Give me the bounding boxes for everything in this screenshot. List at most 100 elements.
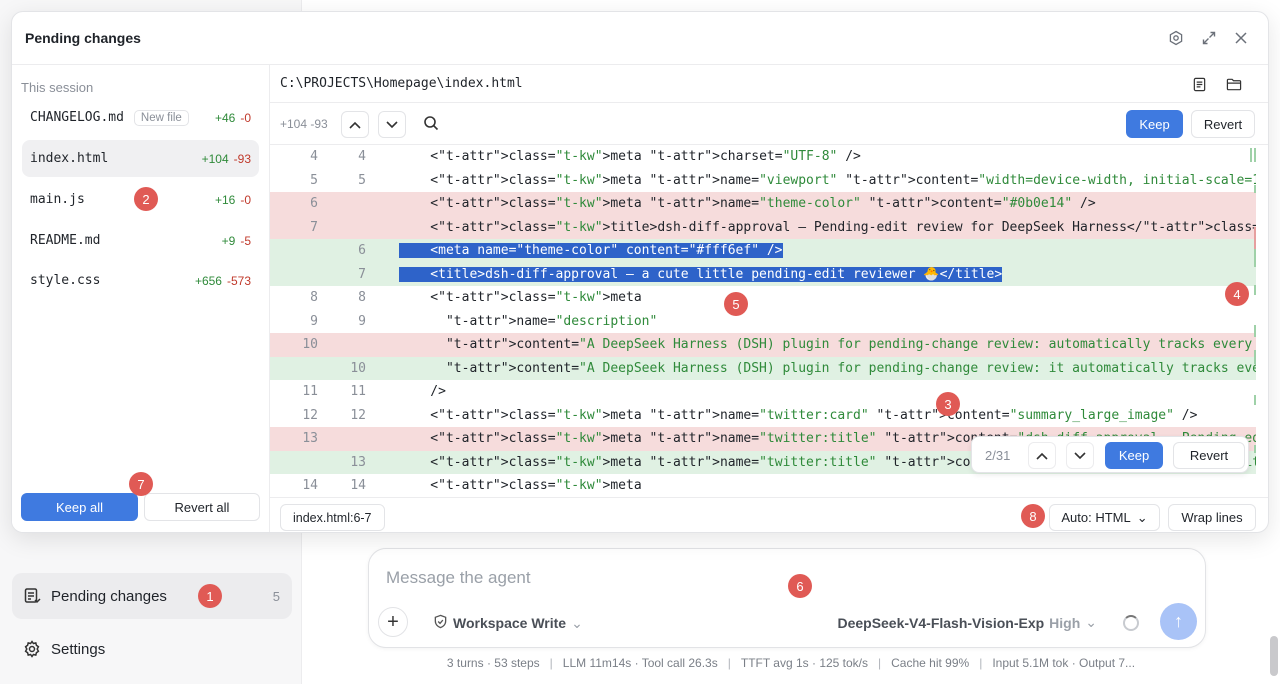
line-code: <"t-attr">class="t-kw">meta "t-attr">cha…: [399, 149, 861, 165]
sidebar-item-pending-changes[interactable]: Pending changes 5: [12, 573, 292, 619]
new-line-number: 6: [358, 243, 366, 259]
diff-line[interactable]: 12 12 <"t-attr">class="t-kw">meta "t-attr…: [270, 404, 1256, 428]
wrap-lines-button[interactable]: Wrap lines: [1168, 504, 1256, 531]
dialog-title: Pending changes: [25, 30, 141, 46]
line-code: "t-attr">content="A DeepSeek Harness (DS…: [445, 337, 1256, 353]
diff-line[interactable]: 5 5 <"t-attr">class="t-kw">meta "t-attr">…: [270, 169, 1256, 193]
status-llm: LLM 11m14s · Tool call 26.3s: [562, 656, 718, 670]
diff-toolbar: +104 -93 Keep Revert: [270, 103, 1268, 145]
arrow-up-icon: ↑: [1174, 611, 1183, 631]
diff-line-added[interactable]: 6 <meta name="theme-color" content="#fff…: [270, 239, 1256, 263]
line-code: />: [399, 384, 446, 400]
line-code: <"t-attr">class="t-kw">title>dsh-diff-ap…: [399, 219, 1256, 235]
settings-gear-icon[interactable]: [1166, 28, 1186, 48]
lines-removed: -0: [240, 192, 251, 207]
path-bar: C:\PROJECTS\Homepage\index.html: [270, 65, 1268, 103]
diff-line[interactable]: 9 9 "t-attr">name="description": [270, 310, 1256, 334]
chevron-up-icon: [1036, 449, 1048, 463]
keep-all-button[interactable]: Keep all: [21, 493, 138, 521]
file-item-selected[interactable]: index.html +104 -93: [22, 140, 259, 177]
chevron-down-icon: [1074, 449, 1086, 463]
new-file-badge: New file: [133, 109, 189, 126]
send-button[interactable]: ↑: [1160, 603, 1197, 640]
add-attachment-button[interactable]: +: [378, 607, 408, 637]
next-change-button[interactable]: [378, 111, 406, 138]
old-line-number: 14: [302, 478, 318, 494]
status-turns: 3 turns · 53 steps: [446, 656, 540, 670]
line-code: <"t-attr">class="t-kw">meta: [399, 290, 642, 306]
model-name: DeepSeek-V4-Flash-Vision-Exp: [837, 614, 1045, 631]
lines-removed: -0: [240, 110, 251, 125]
lines-removed: -573: [226, 273, 251, 288]
workspace-mode-select[interactable]: Workspace Write ⌄: [433, 614, 583, 632]
message-input[interactable]: Message the agent: [386, 568, 531, 588]
annotation-marker: 1: [198, 584, 222, 608]
composer: Message the agent + Workspace Write ⌄ De…: [368, 548, 1206, 648]
previous-hunk-button[interactable]: [1028, 442, 1056, 469]
lines-added: +9: [221, 233, 236, 248]
next-hunk-button[interactable]: [1066, 442, 1094, 469]
diff-line[interactable]: 11 11 />: [270, 380, 1256, 404]
status-bar: 3 turns · 53 steps | LLM 11m14s · Tool cal…: [446, 656, 1136, 670]
sidebar-item-settings[interactable]: Settings: [12, 626, 292, 672]
search-button[interactable]: [417, 111, 445, 138]
keep-hunk-button[interactable]: Keep: [1105, 442, 1163, 469]
diff-line-added[interactable]: 7 <title>dsh-diff-approval — a cute litt…: [270, 262, 1256, 286]
revert-hunk-button[interactable]: Revert: [1173, 442, 1245, 469]
annotation-marker: 5: [724, 292, 748, 316]
diff-line[interactable]: 14 14 <"t-attr">class="t-kw">meta: [270, 474, 1256, 497]
chevron-down-icon: ⌄: [1136, 509, 1148, 525]
expand-icon[interactable]: [1199, 28, 1219, 48]
status-ttft: TTFT avg 1s · 125 tok/s: [740, 656, 869, 670]
annotation-marker: 6: [788, 574, 812, 598]
diff-line[interactable]: 8 8 <"t-attr">class="t-kw">meta: [270, 286, 1256, 310]
old-line-number: 5: [310, 172, 318, 188]
diff-line-added[interactable]: 10 "t-attr">content="A DeepSeek Harness …: [270, 356, 1256, 380]
diff-line-removed[interactable]: 7 <"t-attr">class="t-kw">title>dsh-diff-…: [270, 215, 1256, 239]
old-line-number: 10: [302, 337, 318, 353]
previous-change-button[interactable]: [341, 111, 369, 138]
file-name: main.js: [30, 192, 85, 207]
new-line-number: 10: [350, 360, 366, 376]
close-icon[interactable]: [1231, 28, 1251, 48]
diff-panel: C:\PROJECTS\Homepage\index.html +104 -93…: [270, 65, 1268, 532]
diff-line-removed[interactable]: 10 "t-attr">content="A DeepSeek Harness …: [270, 333, 1256, 357]
file-name: README.md: [30, 233, 101, 248]
old-line-number: 7: [310, 219, 318, 235]
session-label: This session: [21, 80, 94, 95]
line-code: "t-attr">name="description": [445, 313, 658, 329]
diff-line[interactable]: 4 4 <"t-attr">class="t-kw">meta "t-attr">…: [270, 145, 1256, 169]
language-select[interactable]: Auto: HTML ⌄: [1049, 504, 1160, 531]
reasoning-level: High: [1049, 614, 1081, 631]
old-line-number: 4: [310, 149, 318, 165]
annotation-marker: 8: [1021, 504, 1045, 528]
revert-button[interactable]: Revert: [1191, 110, 1255, 138]
diff-line-removed[interactable]: 6 <"t-attr">class="t-kw">meta "t-attr">n…: [270, 192, 1256, 216]
pending-changes-dialog: Pending changes This session CHANGELOG.m…: [11, 11, 1269, 533]
new-line-number: 4: [358, 149, 366, 165]
old-line-number: 11: [302, 384, 318, 400]
diff-footer: index.html:6-7 Auto: HTML ⌄ Wrap lines: [270, 497, 1268, 532]
folder-icon[interactable]: [1223, 73, 1245, 95]
file-item[interactable]: README.md +9 -5: [22, 222, 259, 259]
hunk-counter: 2/31: [985, 448, 1011, 463]
language-label: Auto: HTML: [1061, 510, 1131, 525]
revert-all-button[interactable]: Revert all: [144, 493, 260, 521]
location-chip: index.html:6-7: [280, 504, 385, 531]
sidebar-item-label: Settings: [51, 640, 106, 658]
file-name: CHANGELOG.md: [30, 110, 124, 125]
document-icon[interactable]: [1188, 73, 1210, 95]
model-select[interactable]: DeepSeek-V4-Flash-Vision-Exp High ⌄: [837, 614, 1097, 631]
new-line-number: 12: [350, 407, 366, 423]
pending-count: 5: [272, 588, 280, 604]
file-name: index.html: [30, 151, 109, 166]
old-line-number: 13: [302, 431, 318, 447]
keep-button[interactable]: Keep: [1126, 110, 1183, 138]
old-line-number: 9: [310, 313, 318, 329]
new-line-number: 14: [350, 478, 366, 494]
diff-minimap[interactable]: [1248, 145, 1256, 497]
new-line-number: 11: [350, 384, 366, 400]
file-item[interactable]: style.css +656 -573: [22, 262, 259, 299]
file-name: style.css: [30, 273, 101, 288]
file-item[interactable]: CHANGELOG.md New file +46 -0: [22, 99, 259, 136]
